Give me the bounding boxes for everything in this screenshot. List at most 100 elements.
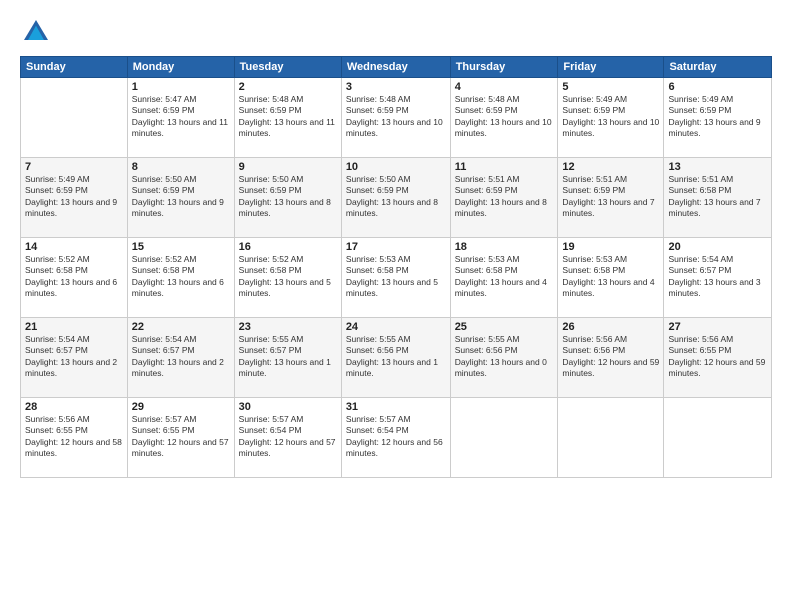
calendar-cell: 7Sunrise: 5:49 AM Sunset: 6:59 PM Daylig… bbox=[21, 158, 128, 238]
day-number: 24 bbox=[346, 321, 446, 333]
day-info: Sunrise: 5:54 AM Sunset: 6:57 PM Dayligh… bbox=[25, 334, 123, 380]
calendar-cell: 4Sunrise: 5:48 AM Sunset: 6:59 PM Daylig… bbox=[450, 78, 558, 158]
day-info: Sunrise: 5:56 AM Sunset: 6:55 PM Dayligh… bbox=[25, 414, 123, 460]
day-number: 1 bbox=[132, 81, 230, 93]
day-of-week-header: Monday bbox=[127, 57, 234, 78]
calendar-week-row: 14Sunrise: 5:52 AM Sunset: 6:58 PM Dayli… bbox=[21, 238, 772, 318]
day-number: 17 bbox=[346, 241, 446, 253]
calendar-cell: 18Sunrise: 5:53 AM Sunset: 6:58 PM Dayli… bbox=[450, 238, 558, 318]
day-info: Sunrise: 5:49 AM Sunset: 6:59 PM Dayligh… bbox=[25, 174, 123, 220]
day-number: 16 bbox=[239, 241, 337, 253]
day-info: Sunrise: 5:48 AM Sunset: 6:59 PM Dayligh… bbox=[239, 94, 337, 140]
calendar-cell: 3Sunrise: 5:48 AM Sunset: 6:59 PM Daylig… bbox=[341, 78, 450, 158]
calendar-cell: 8Sunrise: 5:50 AM Sunset: 6:59 PM Daylig… bbox=[127, 158, 234, 238]
day-info: Sunrise: 5:49 AM Sunset: 6:59 PM Dayligh… bbox=[668, 94, 767, 140]
day-number: 19 bbox=[562, 241, 659, 253]
day-number: 2 bbox=[239, 81, 337, 93]
day-info: Sunrise: 5:52 AM Sunset: 6:58 PM Dayligh… bbox=[25, 254, 123, 300]
day-number: 28 bbox=[25, 401, 123, 413]
logo-icon bbox=[20, 16, 52, 48]
day-of-week-header: Wednesday bbox=[341, 57, 450, 78]
calendar-cell bbox=[558, 398, 664, 478]
day-info: Sunrise: 5:55 AM Sunset: 6:57 PM Dayligh… bbox=[239, 334, 337, 380]
day-info: Sunrise: 5:48 AM Sunset: 6:59 PM Dayligh… bbox=[455, 94, 554, 140]
calendar-cell: 11Sunrise: 5:51 AM Sunset: 6:59 PM Dayli… bbox=[450, 158, 558, 238]
day-of-week-header: Friday bbox=[558, 57, 664, 78]
day-number: 14 bbox=[25, 241, 123, 253]
day-info: Sunrise: 5:53 AM Sunset: 6:58 PM Dayligh… bbox=[455, 254, 554, 300]
calendar-cell: 9Sunrise: 5:50 AM Sunset: 6:59 PM Daylig… bbox=[234, 158, 341, 238]
calendar-cell: 17Sunrise: 5:53 AM Sunset: 6:58 PM Dayli… bbox=[341, 238, 450, 318]
calendar-cell: 26Sunrise: 5:56 AM Sunset: 6:56 PM Dayli… bbox=[558, 318, 664, 398]
day-number: 22 bbox=[132, 321, 230, 333]
day-info: Sunrise: 5:48 AM Sunset: 6:59 PM Dayligh… bbox=[346, 94, 446, 140]
calendar-cell: 30Sunrise: 5:57 AM Sunset: 6:54 PM Dayli… bbox=[234, 398, 341, 478]
day-info: Sunrise: 5:55 AM Sunset: 6:56 PM Dayligh… bbox=[346, 334, 446, 380]
day-info: Sunrise: 5:50 AM Sunset: 6:59 PM Dayligh… bbox=[132, 174, 230, 220]
day-info: Sunrise: 5:51 AM Sunset: 6:58 PM Dayligh… bbox=[668, 174, 767, 220]
day-info: Sunrise: 5:56 AM Sunset: 6:56 PM Dayligh… bbox=[562, 334, 659, 380]
calendar-cell: 31Sunrise: 5:57 AM Sunset: 6:54 PM Dayli… bbox=[341, 398, 450, 478]
calendar-cell: 13Sunrise: 5:51 AM Sunset: 6:58 PM Dayli… bbox=[664, 158, 772, 238]
day-number: 15 bbox=[132, 241, 230, 253]
day-number: 21 bbox=[25, 321, 123, 333]
day-number: 9 bbox=[239, 161, 337, 173]
day-number: 30 bbox=[239, 401, 337, 413]
day-number: 29 bbox=[132, 401, 230, 413]
calendar-cell: 28Sunrise: 5:56 AM Sunset: 6:55 PM Dayli… bbox=[21, 398, 128, 478]
day-info: Sunrise: 5:50 AM Sunset: 6:59 PM Dayligh… bbox=[346, 174, 446, 220]
day-info: Sunrise: 5:57 AM Sunset: 6:55 PM Dayligh… bbox=[132, 414, 230, 460]
day-number: 13 bbox=[668, 161, 767, 173]
day-info: Sunrise: 5:50 AM Sunset: 6:59 PM Dayligh… bbox=[239, 174, 337, 220]
logo bbox=[20, 16, 58, 48]
day-number: 10 bbox=[346, 161, 446, 173]
day-info: Sunrise: 5:56 AM Sunset: 6:55 PM Dayligh… bbox=[668, 334, 767, 380]
day-info: Sunrise: 5:54 AM Sunset: 6:57 PM Dayligh… bbox=[668, 254, 767, 300]
calendar-cell: 27Sunrise: 5:56 AM Sunset: 6:55 PM Dayli… bbox=[664, 318, 772, 398]
day-info: Sunrise: 5:47 AM Sunset: 6:59 PM Dayligh… bbox=[132, 94, 230, 140]
day-number: 3 bbox=[346, 81, 446, 93]
day-info: Sunrise: 5:57 AM Sunset: 6:54 PM Dayligh… bbox=[239, 414, 337, 460]
day-info: Sunrise: 5:51 AM Sunset: 6:59 PM Dayligh… bbox=[562, 174, 659, 220]
calendar-cell: 29Sunrise: 5:57 AM Sunset: 6:55 PM Dayli… bbox=[127, 398, 234, 478]
day-of-week-header: Tuesday bbox=[234, 57, 341, 78]
day-number: 31 bbox=[346, 401, 446, 413]
calendar-header-row: SundayMondayTuesdayWednesdayThursdayFrid… bbox=[21, 57, 772, 78]
day-of-week-header: Sunday bbox=[21, 57, 128, 78]
day-info: Sunrise: 5:55 AM Sunset: 6:56 PM Dayligh… bbox=[455, 334, 554, 380]
calendar-cell: 23Sunrise: 5:55 AM Sunset: 6:57 PM Dayli… bbox=[234, 318, 341, 398]
day-info: Sunrise: 5:51 AM Sunset: 6:59 PM Dayligh… bbox=[455, 174, 554, 220]
day-info: Sunrise: 5:52 AM Sunset: 6:58 PM Dayligh… bbox=[239, 254, 337, 300]
calendar-week-row: 7Sunrise: 5:49 AM Sunset: 6:59 PM Daylig… bbox=[21, 158, 772, 238]
day-number: 7 bbox=[25, 161, 123, 173]
calendar-cell: 6Sunrise: 5:49 AM Sunset: 6:59 PM Daylig… bbox=[664, 78, 772, 158]
calendar-cell: 22Sunrise: 5:54 AM Sunset: 6:57 PM Dayli… bbox=[127, 318, 234, 398]
calendar-week-row: 1Sunrise: 5:47 AM Sunset: 6:59 PM Daylig… bbox=[21, 78, 772, 158]
day-number: 12 bbox=[562, 161, 659, 173]
calendar-cell bbox=[21, 78, 128, 158]
day-info: Sunrise: 5:54 AM Sunset: 6:57 PM Dayligh… bbox=[132, 334, 230, 380]
day-number: 23 bbox=[239, 321, 337, 333]
day-number: 26 bbox=[562, 321, 659, 333]
calendar-cell: 20Sunrise: 5:54 AM Sunset: 6:57 PM Dayli… bbox=[664, 238, 772, 318]
day-info: Sunrise: 5:53 AM Sunset: 6:58 PM Dayligh… bbox=[562, 254, 659, 300]
day-number: 25 bbox=[455, 321, 554, 333]
day-of-week-header: Saturday bbox=[664, 57, 772, 78]
page: SundayMondayTuesdayWednesdayThursdayFrid… bbox=[0, 0, 792, 612]
day-number: 20 bbox=[668, 241, 767, 253]
day-number: 18 bbox=[455, 241, 554, 253]
calendar-cell bbox=[664, 398, 772, 478]
day-info: Sunrise: 5:57 AM Sunset: 6:54 PM Dayligh… bbox=[346, 414, 446, 460]
calendar-cell: 5Sunrise: 5:49 AM Sunset: 6:59 PM Daylig… bbox=[558, 78, 664, 158]
calendar-cell bbox=[450, 398, 558, 478]
calendar-cell: 25Sunrise: 5:55 AM Sunset: 6:56 PM Dayli… bbox=[450, 318, 558, 398]
calendar-cell: 12Sunrise: 5:51 AM Sunset: 6:59 PM Dayli… bbox=[558, 158, 664, 238]
calendar-table: SundayMondayTuesdayWednesdayThursdayFrid… bbox=[20, 56, 772, 478]
day-number: 6 bbox=[668, 81, 767, 93]
day-number: 4 bbox=[455, 81, 554, 93]
day-number: 27 bbox=[668, 321, 767, 333]
day-of-week-header: Thursday bbox=[450, 57, 558, 78]
calendar-week-row: 21Sunrise: 5:54 AM Sunset: 6:57 PM Dayli… bbox=[21, 318, 772, 398]
calendar-cell: 10Sunrise: 5:50 AM Sunset: 6:59 PM Dayli… bbox=[341, 158, 450, 238]
day-number: 8 bbox=[132, 161, 230, 173]
